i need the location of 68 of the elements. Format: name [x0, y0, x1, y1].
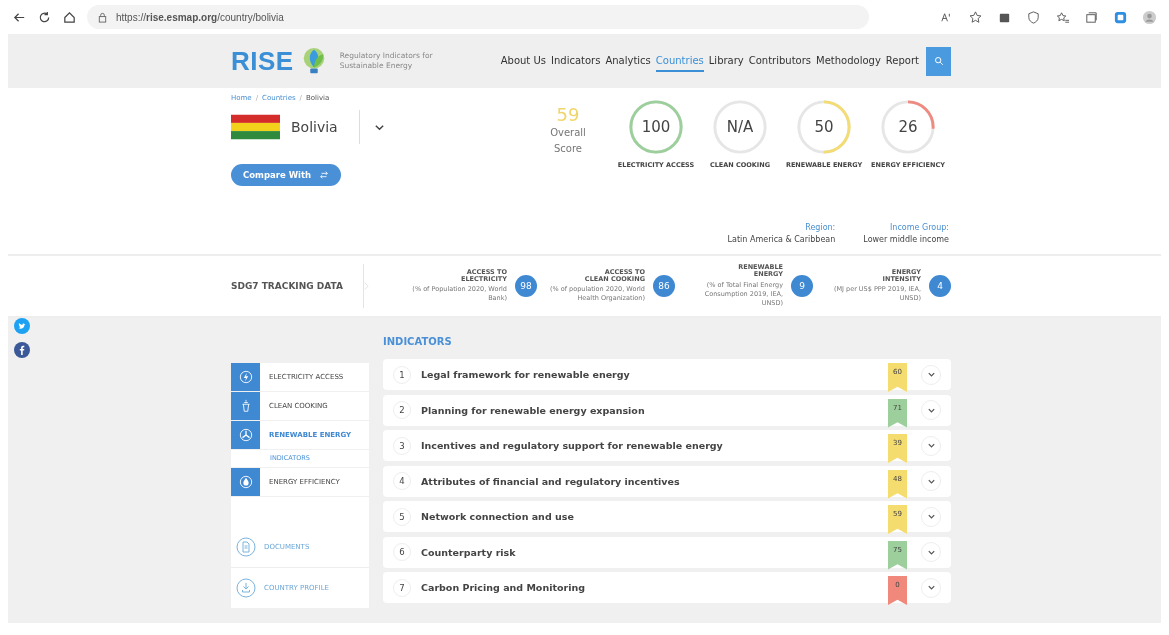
- chevron-down-icon: [926, 370, 936, 379]
- value-badge: 9: [791, 275, 813, 297]
- favorites-icon[interactable]: [1055, 9, 1070, 25]
- profile-icon[interactable]: [1142, 9, 1157, 25]
- expand-button[interactable]: [921, 364, 941, 385]
- income-group-label: Income Group:: [889, 222, 949, 234]
- indicator-title: Incentives and regulatory support for renewable energy: [421, 440, 724, 451]
- lightning-icon: [238, 370, 253, 384]
- nav-link[interactable]: Indicators: [551, 50, 601, 72]
- income-group-value: Lower middle income: [863, 234, 949, 246]
- score-value: N/A: [726, 118, 754, 136]
- home-icon[interactable]: [62, 9, 77, 25]
- nav-link[interactable]: Analytics: [605, 50, 651, 72]
- swap-icon: [319, 170, 330, 180]
- nav-link[interactable]: Methodology: [816, 50, 881, 72]
- indicator-title: Carbon Pricing and Monitoring: [421, 582, 586, 593]
- nav-link[interactable]: Report: [885, 50, 919, 72]
- score-ring: [879, 98, 937, 156]
- expand-button[interactable]: [921, 400, 941, 420]
- nav-link[interactable]: Contributors: [748, 50, 812, 72]
- divider-arrow-icon: [363, 264, 369, 308]
- overall-score: 59: [556, 104, 580, 125]
- collections-icon[interactable]: [1084, 9, 1099, 25]
- score-value: 50: [814, 118, 834, 136]
- indicator-title: Planning for renewable energy expansion: [421, 404, 646, 416]
- value-badge: 98: [515, 275, 537, 297]
- indicator-title: Network connection and use: [421, 511, 575, 522]
- bird-icon[interactable]: [14, 318, 30, 334]
- nav-link[interactable]: About Us: [500, 50, 546, 72]
- turbine-icon: [238, 428, 253, 442]
- indicator-title: Attributes of financial and regulatory incentives: [421, 475, 681, 487]
- document-icon: [236, 537, 256, 557]
- address-bar[interactable]: https://rise.esmap.org/country/bolivia: [87, 5, 869, 29]
- expand-button[interactable]: [921, 506, 941, 527]
- score-ring: [795, 98, 853, 156]
- value-badge: 86: [653, 275, 675, 297]
- score-ring: [711, 98, 769, 156]
- shield-icon[interactable]: [1026, 9, 1041, 25]
- refresh-icon[interactable]: [37, 9, 52, 25]
- indicator-title: Counterparty risk: [421, 546, 517, 558]
- section-title: SDG7 TRACKING DATA: [231, 281, 344, 291]
- region-value: Latin America & Caribbean: [727, 234, 836, 246]
- region-label: Region:: [805, 222, 836, 234]
- lock-icon: [97, 11, 108, 23]
- expand-button[interactable]: [921, 577, 941, 598]
- expand-button[interactable]: [921, 542, 941, 562]
- chevron-down-icon: [926, 512, 936, 521]
- star-icon[interactable]: [968, 9, 983, 25]
- indicator-title: Legal framework for renewable energy: [421, 369, 631, 380]
- score-ring: [627, 98, 685, 156]
- search-icon: [933, 56, 944, 66]
- chevron-down-icon: [926, 441, 936, 450]
- nav-link[interactable]: Library: [708, 50, 744, 72]
- search-button[interactable]: [926, 46, 951, 76]
- value-badge: 4: [929, 275, 951, 297]
- facebook-icon[interactable]: [14, 342, 30, 358]
- url-text: https://rise.esmap.org/country/bolivia: [116, 11, 284, 23]
- expand-button[interactable]: [921, 471, 941, 491]
- section-heading: INDICATORS: [383, 336, 453, 349]
- flag-icon: [231, 112, 280, 142]
- score-value: 100: [641, 118, 671, 136]
- expand-button[interactable]: [921, 435, 941, 456]
- overall-score-label: Overall Score: [549, 126, 587, 156]
- chevron-down-icon: [926, 583, 936, 592]
- app-icon[interactable]: [1113, 9, 1128, 25]
- score-value: 26: [898, 118, 918, 136]
- download-icon: [236, 578, 256, 598]
- country-name: Bolivia: [291, 119, 339, 135]
